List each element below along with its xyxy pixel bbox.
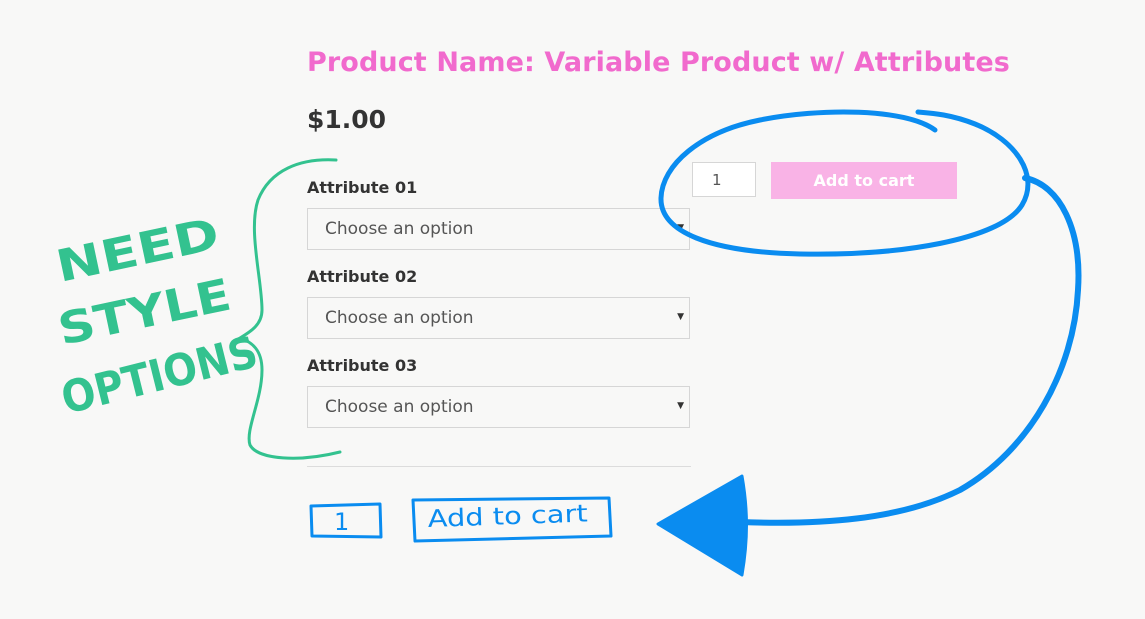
sketch-add-to-cart-label: Add to cart — [427, 499, 588, 533]
sketch-quantity-value: 1 — [334, 508, 349, 536]
highlight-ellipse-annotation — [658, 109, 1031, 257]
handwritten-note: NEED STYLE OPTIONS — [52, 209, 263, 425]
arrow-line-annotation — [737, 175, 1082, 526]
arrow-head-icon — [656, 474, 748, 577]
annotation-overlay: NEED STYLE OPTIONS 1 Add to cart — [52, 109, 1082, 577]
curly-brace-annotation — [236, 158, 342, 460]
